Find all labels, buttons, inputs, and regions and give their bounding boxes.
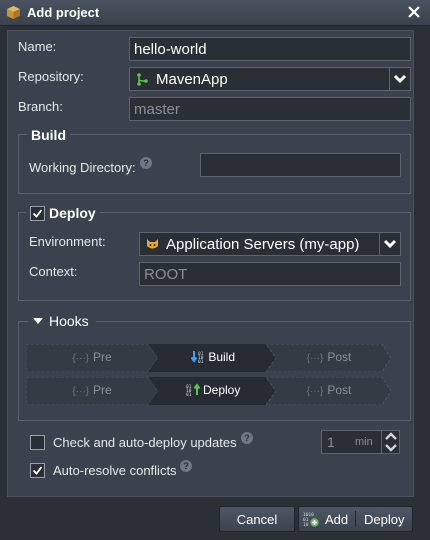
- hook-placeholder-icon: {···}: [72, 386, 89, 397]
- environment-value: Application Servers (my-app): [166, 236, 360, 253]
- auto-deploy-checkbox[interactable]: [30, 435, 45, 450]
- chevron-down-icon: [393, 74, 407, 84]
- working-directory-input[interactable]: [200, 153, 401, 177]
- add-deploy-button-group: 1010 01 10 Add Deploy: [298, 506, 413, 532]
- auto-resolve-label: Auto-resolve conflicts: [53, 463, 177, 478]
- post-deploy-hook[interactable]: {···} Post: [266, 377, 392, 405]
- tomcat-icon: [147, 239, 158, 249]
- add-button[interactable]: 1010 01 10 Add: [299, 507, 355, 531]
- window-title: Add project: [27, 5, 100, 20]
- auto-deploy-label: Check and auto-deploy updates: [53, 435, 237, 450]
- triangle-down-icon[interactable]: [32, 316, 44, 326]
- package-icon: [7, 6, 20, 19]
- name-label: Name:: [18, 39, 57, 54]
- repository-value: MavenApp: [156, 71, 228, 88]
- help-icon[interactable]: ?: [180, 460, 192, 472]
- git-branch-icon: [137, 73, 148, 86]
- working-directory-label: Working Directory:: [29, 160, 136, 175]
- deploy-legend: Deploy: [47, 205, 98, 221]
- repository-dropdown-button[interactable]: [389, 68, 410, 90]
- context-input[interactable]: ROOT: [139, 262, 401, 286]
- hook-placeholder-icon: {···}: [72, 353, 89, 364]
- context-label: Context:: [29, 264, 78, 279]
- hook-placeholder-icon: {···}: [306, 386, 324, 397]
- post-build-hook[interactable]: {···} Post: [266, 344, 392, 372]
- post-deploy-label: Post: [327, 383, 352, 397]
- branch-input[interactable]: master: [129, 97, 411, 121]
- name-input[interactable]: hello-world: [129, 37, 411, 61]
- pre-deploy-label: Pre: [92, 383, 112, 397]
- deploy-step-label: Deploy: [202, 383, 241, 397]
- close-icon[interactable]: [406, 4, 422, 20]
- build-hooks-row: {···} Pre 01 10 01 Build {···} Post: [26, 344, 392, 372]
- add-label: Add: [325, 512, 349, 527]
- interval-unit: min: [355, 436, 373, 448]
- branch-label: Branch:: [18, 99, 63, 114]
- build-legend: Build: [27, 127, 70, 143]
- build-step-label: Build: [208, 350, 236, 364]
- chevron-up-icon[interactable]: [384, 432, 398, 441]
- pre-build-hook[interactable]: {···} Pre: [26, 344, 158, 372]
- build-step: 01 10 01 Build: [148, 344, 278, 372]
- environment-select[interactable]: Application Servers (my-app): [139, 232, 401, 256]
- title-bar[interactable]: Add project: [0, 0, 430, 26]
- help-icon[interactable]: ?: [140, 157, 152, 169]
- chevron-down-icon[interactable]: [384, 443, 398, 452]
- environment-dropdown-button[interactable]: [379, 233, 400, 255]
- help-icon[interactable]: ?: [241, 432, 253, 444]
- svg-text:01: 01: [186, 392, 192, 396]
- hook-placeholder-icon: {···}: [306, 353, 324, 364]
- deploy-step: 01 10 01 Deploy: [148, 377, 278, 405]
- auto-resolve-checkbox[interactable]: [30, 463, 45, 478]
- pre-build-label: Pre: [92, 350, 112, 364]
- interval-spinner[interactable]: 1 min: [321, 430, 400, 454]
- post-build-label: Post: [327, 350, 352, 364]
- chevron-down-icon: [383, 239, 397, 249]
- svg-text:10: 10: [303, 522, 309, 527]
- deploy-icon: 01 10 01: [186, 383, 200, 398]
- checkmark-icon: [32, 466, 43, 475]
- deploy-checkbox[interactable]: [30, 206, 45, 221]
- deploy-group: [18, 212, 411, 301]
- build-icon: 01 10 01: [190, 351, 204, 365]
- deploy-button-label: Deploy: [364, 512, 405, 527]
- repository-select[interactable]: MavenApp: [129, 67, 411, 91]
- interval-value: 1: [327, 434, 335, 450]
- deploy-button[interactable]: Deploy: [356, 507, 412, 531]
- pre-deploy-hook[interactable]: {···} Pre: [26, 377, 158, 405]
- cancel-button[interactable]: Cancel: [219, 506, 295, 532]
- add-binary-icon: 1010 01 10: [303, 512, 319, 527]
- checkmark-icon: [32, 209, 43, 218]
- deploy-hooks-row: {···} Pre 01 10 01 Deploy {···} Post: [26, 377, 392, 405]
- repository-label: Repository:: [18, 69, 84, 84]
- hooks-legend: Hooks: [45, 313, 93, 329]
- environment-label: Environment:: [29, 234, 106, 249]
- svg-text:01: 01: [198, 359, 204, 363]
